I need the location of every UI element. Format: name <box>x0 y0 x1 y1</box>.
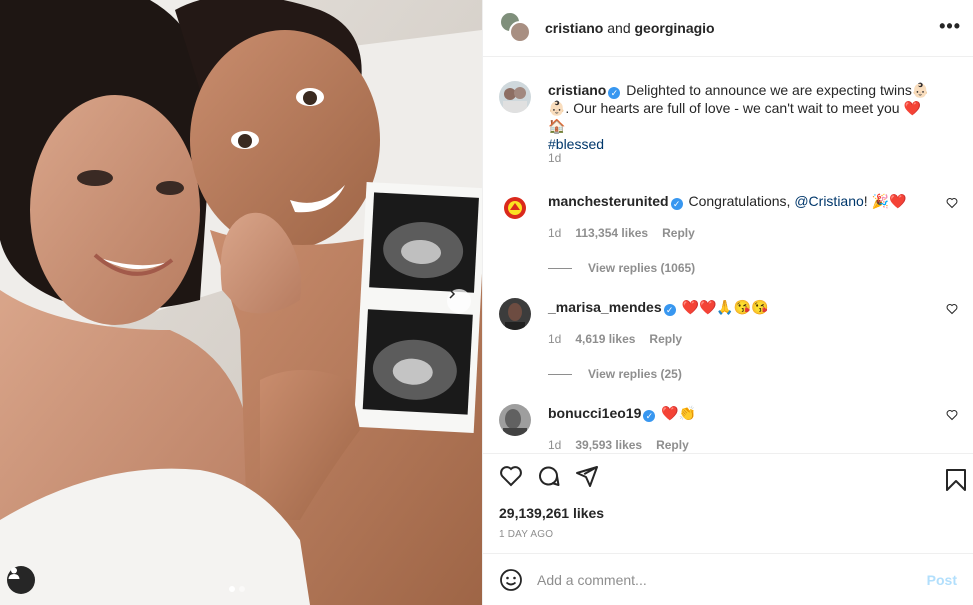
photo-illustration <box>0 0 482 605</box>
comment-meta: 1d 4,619 likes Reply <box>548 332 682 346</box>
post-authors: cristiano and georginagio <box>545 20 715 36</box>
comment-username[interactable]: bonucci1eo19 <box>548 405 641 421</box>
like-comment-icon[interactable] <box>946 303 958 315</box>
caption-time[interactable]: 1d <box>548 151 561 165</box>
avatar-image <box>499 404 531 436</box>
chevron-right-icon <box>449 289 456 299</box>
comment-body: ❤️👏 <box>661 405 697 421</box>
author-link-cristiano[interactable]: cristiano <box>545 20 603 36</box>
hashtag-link[interactable]: #blessed <box>548 136 604 152</box>
comment-meta: 1d 113,354 likes Reply <box>548 226 695 240</box>
comment-bubble-icon[interactable] <box>537 464 561 488</box>
comment-text: _marisa_mendes ✓ ❤️❤️🙏😘😘 <box>548 298 934 316</box>
verified-badge-icon: ✓ <box>608 87 621 99</box>
caption-meta: 1d <box>548 151 561 165</box>
comment-text: bonucci1eo19 ✓ ❤️👏 <box>548 404 934 422</box>
comment-likes[interactable]: 113,354 likes <box>575 226 648 240</box>
comment-username[interactable]: manchesterunited <box>548 193 669 209</box>
collab-avatars[interactable] <box>499 11 533 45</box>
comments-list[interactable]: cristiano ✓ Delighted to announce we are … <box>483 57 973 453</box>
share-send-icon[interactable] <box>575 464 599 488</box>
reply-button[interactable]: Reply <box>656 438 689 452</box>
caption: cristiano ✓ Delighted to announce we are … <box>499 81 958 171</box>
view-replies-label: View replies (25) <box>588 367 682 381</box>
author-link-georginagio[interactable]: georginagio <box>635 20 715 36</box>
comment-input[interactable] <box>537 571 927 588</box>
comment-meta: 1d 39,593 likes Reply <box>548 438 689 452</box>
comment-time[interactable]: 1d <box>548 332 561 346</box>
avatar-image <box>499 81 531 113</box>
comment-item: bonucci1eo19 ✓ ❤️👏 1d 39,593 likes Reply <box>499 404 958 453</box>
carousel-dot <box>239 586 245 592</box>
more-options-button[interactable]: ••• <box>939 16 961 37</box>
like-comment-icon[interactable] <box>946 197 958 209</box>
reply-button[interactable]: Reply <box>662 226 695 240</box>
divider <box>548 267 572 269</box>
comment-text: manchesterunited ✓ Congratulations, @Cris… <box>548 192 934 210</box>
comment-username[interactable]: _marisa_mendes <box>548 299 662 315</box>
reply-button[interactable]: Reply <box>649 332 682 346</box>
comment-body: Congratulations, <box>688 193 795 209</box>
comment-item: _marisa_mendes ✓ ❤️❤️🙏😘😘 1d 4,619 likes R… <box>499 298 958 388</box>
likes-count[interactable]: 29,139,261 likes <box>483 497 973 523</box>
emoji-picker-icon[interactable] <box>499 568 523 592</box>
user-icon <box>8 567 20 579</box>
comment-time[interactable]: 1d <box>548 226 561 240</box>
caption-text: cristiano ✓ Delighted to announce we are … <box>548 81 934 153</box>
divider <box>548 373 572 375</box>
post-actions <box>483 453 973 497</box>
view-replies-label: View replies (1065) <box>588 261 696 275</box>
comment-suffix: ! 🎉❤️ <box>863 193 907 209</box>
post-header: cristiano and georginagio ••• <box>483 0 973 57</box>
authors-conjunction: and <box>607 20 631 36</box>
like-heart-icon[interactable] <box>499 464 523 488</box>
carousel-dot-active <box>229 586 235 592</box>
avatar-image <box>499 298 531 330</box>
like-comment-icon[interactable] <box>946 409 958 421</box>
comment-item: manchesterunited ✓ Congratulations, @Cris… <box>499 192 958 282</box>
post-panel: cristiano and georginagio ••• cristiano ✓… <box>482 0 973 605</box>
comment-likes[interactable]: 39,593 likes <box>575 438 642 452</box>
tagged-users-button[interactable] <box>7 566 35 594</box>
caption-username[interactable]: cristiano <box>548 82 606 98</box>
verified-badge-icon: ✓ <box>663 304 676 316</box>
comment-time[interactable]: 1d <box>548 438 561 452</box>
view-replies-button[interactable]: View replies (25) <box>548 367 682 381</box>
avatar <box>509 21 531 43</box>
comment-body: ❤️❤️🙏😘😘 <box>681 299 769 315</box>
manutd-crest-icon <box>499 192 531 224</box>
view-replies-button[interactable]: View replies (1065) <box>548 261 695 275</box>
post-modal: cristiano and georginagio ••• cristiano ✓… <box>0 0 973 605</box>
comment-likes[interactable]: 4,619 likes <box>575 332 635 346</box>
next-image-button[interactable] <box>447 289 471 313</box>
post-timestamp[interactable]: 1 DAY AGO <box>483 523 973 553</box>
avatar[interactable] <box>499 81 531 113</box>
verified-badge-icon: ✓ <box>643 410 656 422</box>
add-comment-bar: Post <box>483 553 973 605</box>
verified-badge-icon: ✓ <box>670 198 683 210</box>
save-bookmark-icon[interactable] <box>945 468 967 492</box>
post-comment-button[interactable]: Post <box>927 572 957 588</box>
avatar[interactable] <box>499 404 531 436</box>
post-photo[interactable] <box>0 0 482 605</box>
avatar[interactable] <box>499 298 531 330</box>
mention-link[interactable]: @Cristiano <box>794 193 863 209</box>
carousel-indicator <box>229 586 245 592</box>
avatar[interactable] <box>499 192 531 224</box>
